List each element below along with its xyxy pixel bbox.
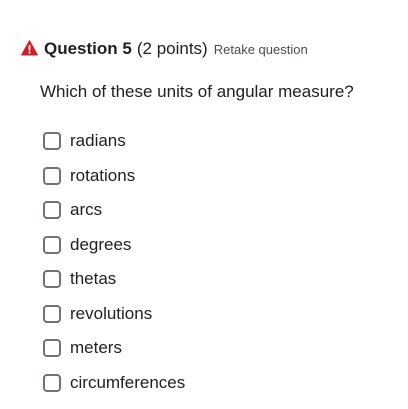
answer-option-label: meters	[70, 338, 122, 358]
answer-options-list: radians rotations arcs degrees thetas re…	[43, 124, 185, 400]
checkbox[interactable]	[43, 339, 61, 358]
answer-option-label: rotations	[70, 165, 136, 185]
answer-option-thetas[interactable]: thetas	[43, 262, 185, 297]
answer-option-circumferences[interactable]: circumferences	[43, 366, 185, 401]
answer-option-label: degrees	[70, 234, 132, 254]
checkbox[interactable]	[43, 166, 61, 185]
answer-option-label: thetas	[70, 269, 117, 289]
checkbox[interactable]	[43, 373, 61, 392]
answer-option-revolutions[interactable]: revolutions	[43, 297, 185, 332]
answer-option-label: radians	[70, 131, 126, 151]
answer-option-degrees[interactable]: degrees	[43, 228, 185, 263]
checkbox[interactable]	[43, 132, 61, 151]
answer-option-meters[interactable]: meters	[43, 331, 185, 366]
answer-option-arcs[interactable]: arcs	[43, 193, 185, 228]
checkbox[interactable]	[43, 304, 61, 323]
answer-option-label: arcs	[70, 200, 103, 220]
answer-option-rotations[interactable]: rotations	[43, 159, 185, 194]
answer-option-label: circumferences	[70, 372, 186, 392]
checkbox[interactable]	[43, 235, 61, 254]
checkbox[interactable]	[43, 201, 61, 220]
retake-question-label: Retake question	[213, 42, 308, 57]
question-number: Question 5	[44, 39, 132, 58]
answer-option-radians[interactable]: radians	[43, 124, 185, 159]
answer-option-label: revolutions	[70, 303, 153, 323]
question-prompt: Which of these units of angular measure?	[40, 82, 354, 101]
question-points: (2 points)	[136, 39, 208, 58]
checkbox[interactable]	[43, 270, 61, 289]
warning-icon	[21, 40, 38, 56]
question-header: Question 5 (2 points) Retake question	[21, 38, 308, 59]
